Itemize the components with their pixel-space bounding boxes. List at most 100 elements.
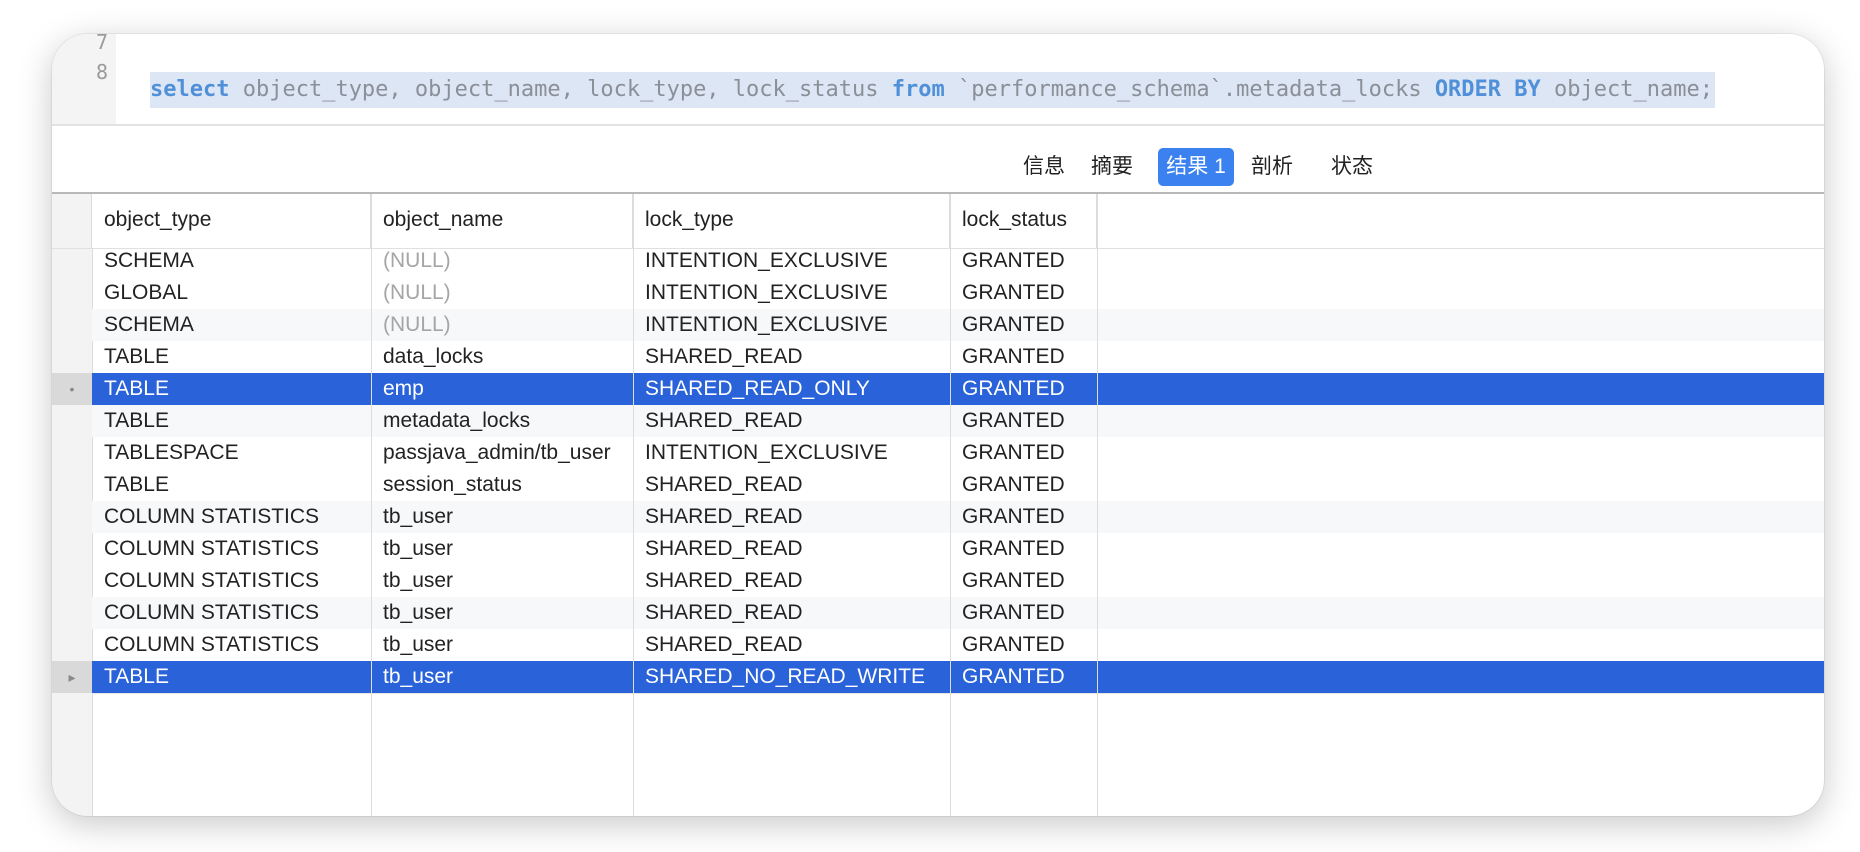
- cell-lock-status[interactable]: GRANTED: [950, 341, 1097, 373]
- cell-object-name[interactable]: tb_user: [371, 661, 633, 693]
- table-row[interactable]: COLUMN STATISTICS tb_user SHARED_READ GRANT…: [92, 565, 1824, 597]
- cell-object-name[interactable]: passjava_admin/tb_user: [371, 437, 633, 469]
- table-row[interactable]: SCHEMA (NULL) INTENTION_EXCLUSIVE GRANTED: [92, 309, 1824, 341]
- cell-lock-status[interactable]: GRANTED: [950, 501, 1097, 533]
- column-header-lock-status[interactable]: lock_status: [950, 194, 1097, 248]
- tab-result-1[interactable]: 结果 1: [1158, 148, 1234, 186]
- cell-object-type[interactable]: COLUMN STATISTICS: [92, 565, 371, 597]
- cell-lock-type[interactable]: SHARED_READ: [633, 341, 950, 373]
- table-row[interactable]: COLUMN STATISTICS tb_user SHARED_READ GRANT…: [92, 597, 1824, 629]
- cell-object-name[interactable]: tb_user: [371, 597, 633, 629]
- table-row[interactable]: TABLE metadata_locks SHARED_READ GRANTED: [92, 405, 1824, 437]
- cell-lock-type[interactable]: INTENTION_EXCLUSIVE: [633, 437, 950, 469]
- row-marker[interactable]: [52, 245, 92, 277]
- table-row[interactable]: TABLE session_status SHARED_READ GRANTED: [92, 469, 1824, 501]
- cell-object-name[interactable]: tb_user: [371, 501, 633, 533]
- cell-object-type[interactable]: TABLE: [92, 469, 371, 501]
- table-row[interactable]: SCHEMA (NULL) INTENTION_EXCLUSIVE GRANTED: [92, 245, 1824, 277]
- cell-object-type[interactable]: COLUMN STATISTICS: [92, 597, 371, 629]
- cell-object-name[interactable]: (NULL): [371, 277, 633, 309]
- cell-lock-status[interactable]: GRANTED: [950, 309, 1097, 341]
- result-grid[interactable]: SCHEMA (NULL) INTENTION_EXCLUSIVE GRANTED GL…: [52, 194, 1824, 816]
- row-marker[interactable]: [52, 533, 92, 565]
- column-separator[interactable]: [633, 194, 634, 816]
- sql-statement[interactable]: select object_type, object_name, lock_ty…: [150, 72, 1715, 108]
- row-marker[interactable]: ▸: [52, 661, 92, 693]
- cell-object-name[interactable]: tb_user: [371, 629, 633, 661]
- table-row[interactable]: TABLE data_locks SHARED_READ GRANTED: [92, 341, 1824, 373]
- table-row[interactable]: TABLE tb_user SHARED_NO_READ_WRITE GRANTED: [92, 661, 1824, 693]
- cell-lock-type[interactable]: SHARED_READ: [633, 629, 950, 661]
- cell-lock-type[interactable]: SHARED_READ: [633, 533, 950, 565]
- cell-lock-type[interactable]: INTENTION_EXCLUSIVE: [633, 309, 950, 341]
- tab-summary[interactable]: 摘要: [1080, 148, 1144, 186]
- cell-lock-status[interactable]: GRANTED: [950, 245, 1097, 277]
- table-row[interactable]: COLUMN STATISTICS tb_user SHARED_READ GRANT…: [92, 533, 1824, 565]
- cell-object-type[interactable]: GLOBAL: [92, 277, 371, 309]
- cell-lock-status[interactable]: GRANTED: [950, 565, 1097, 597]
- row-marker[interactable]: [52, 629, 92, 661]
- row-marker[interactable]: [52, 565, 92, 597]
- table-row[interactable]: COLUMN STATISTICS tb_user SHARED_READ GRANT…: [92, 629, 1824, 661]
- row-marker[interactable]: •: [52, 373, 92, 405]
- cell-object-name[interactable]: (NULL): [371, 309, 633, 341]
- cell-object-name[interactable]: emp: [371, 373, 633, 405]
- cell-lock-type[interactable]: SHARED_READ: [633, 405, 950, 437]
- tab-profile[interactable]: 剖析: [1240, 148, 1304, 186]
- tab-info[interactable]: 信息: [1012, 148, 1076, 186]
- table-row[interactable]: GLOBAL (NULL) INTENTION_EXCLUSIVE GRANTED: [92, 277, 1824, 309]
- column-separator[interactable]: [371, 194, 372, 816]
- table-row[interactable]: TABLE emp SHARED_READ_ONLY GRANTED: [92, 373, 1824, 405]
- row-marker[interactable]: [52, 437, 92, 469]
- column-header-object-name[interactable]: object_name: [371, 194, 633, 248]
- cell-object-type[interactable]: TABLE: [92, 341, 371, 373]
- row-marker[interactable]: [52, 597, 92, 629]
- cell-object-type[interactable]: TABLE: [92, 373, 371, 405]
- cell-object-name[interactable]: metadata_locks: [371, 405, 633, 437]
- row-marker[interactable]: [52, 501, 92, 533]
- cell-object-name[interactable]: (NULL): [371, 245, 633, 277]
- cell-lock-status[interactable]: GRANTED: [950, 405, 1097, 437]
- cell-object-type[interactable]: SCHEMA: [92, 309, 371, 341]
- cell-object-name[interactable]: tb_user: [371, 565, 633, 597]
- row-marker[interactable]: [52, 341, 92, 373]
- cell-lock-status[interactable]: GRANTED: [950, 661, 1097, 693]
- column-header-object-type[interactable]: object_type: [92, 194, 371, 248]
- cell-lock-status[interactable]: GRANTED: [950, 373, 1097, 405]
- cell-object-type[interactable]: COLUMN STATISTICS: [92, 629, 371, 661]
- cell-object-name[interactable]: tb_user: [371, 533, 633, 565]
- cell-object-type[interactable]: COLUMN STATISTICS: [92, 533, 371, 565]
- row-marker[interactable]: [52, 405, 92, 437]
- cell-lock-type[interactable]: SHARED_READ: [633, 469, 950, 501]
- column-header-lock-type[interactable]: lock_type: [633, 194, 950, 248]
- cell-lock-type[interactable]: INTENTION_EXCLUSIVE: [633, 245, 950, 277]
- cell-object-type[interactable]: COLUMN STATISTICS: [92, 501, 371, 533]
- cell-lock-status[interactable]: GRANTED: [950, 437, 1097, 469]
- column-separator[interactable]: [950, 194, 951, 816]
- cell-lock-type[interactable]: SHARED_READ: [633, 565, 950, 597]
- cell-lock-status[interactable]: GRANTED: [950, 277, 1097, 309]
- cell-object-type[interactable]: TABLE: [92, 405, 371, 437]
- cell-lock-type[interactable]: SHARED_READ_ONLY: [633, 373, 950, 405]
- tab-status[interactable]: 状态: [1320, 148, 1384, 186]
- column-separator[interactable]: [1097, 194, 1098, 816]
- table-row[interactable]: TABLESPACE passjava_admin/tb_user INTENTIO…: [92, 437, 1824, 469]
- cell-object-type[interactable]: TABLESPACE: [92, 437, 371, 469]
- cell-lock-status[interactable]: GRANTED: [950, 533, 1097, 565]
- cell-lock-type[interactable]: SHARED_NO_READ_WRITE: [633, 661, 950, 693]
- row-marker[interactable]: [52, 469, 92, 501]
- cell-lock-type[interactable]: SHARED_READ: [633, 501, 950, 533]
- table-row[interactable]: COLUMN STATISTICS tb_user SHARED_READ GRANT…: [92, 501, 1824, 533]
- cell-lock-status[interactable]: GRANTED: [950, 597, 1097, 629]
- cell-lock-status[interactable]: GRANTED: [950, 469, 1097, 501]
- cell-lock-type[interactable]: SHARED_READ: [633, 597, 950, 629]
- cell-lock-status[interactable]: GRANTED: [950, 629, 1097, 661]
- cell-object-name[interactable]: session_status: [371, 469, 633, 501]
- sql-editor[interactable]: 7 8 select object_type, object_name, loc…: [52, 34, 1824, 124]
- cell-lock-type[interactable]: INTENTION_EXCLUSIVE: [633, 277, 950, 309]
- row-marker[interactable]: [52, 309, 92, 341]
- row-marker[interactable]: [52, 277, 92, 309]
- cell-object-type[interactable]: SCHEMA: [92, 245, 371, 277]
- cell-object-name[interactable]: data_locks: [371, 341, 633, 373]
- cell-object-type[interactable]: TABLE: [92, 661, 371, 693]
